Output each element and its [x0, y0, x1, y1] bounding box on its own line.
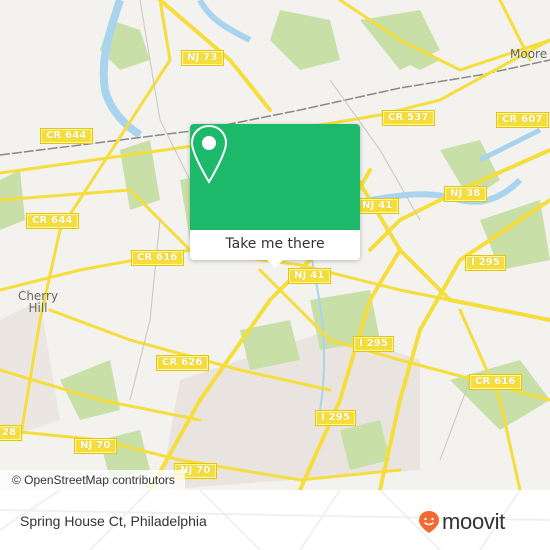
- popup-header: [190, 124, 360, 230]
- road-label-cr644: CR 644: [26, 213, 79, 229]
- road-label-nj70: NJ 70: [74, 438, 117, 454]
- road-label-nj73: NJ 73: [181, 50, 224, 66]
- map-pin-icon: [190, 124, 228, 184]
- take-me-there-button[interactable]: Take me there: [190, 230, 360, 260]
- location-address: Spring House Ct, Philadelphia: [20, 513, 207, 529]
- urban-area: [0, 300, 60, 440]
- place-label-moorestown: Moore: [510, 47, 548, 61]
- road-label-nj38: NJ 38: [444, 186, 487, 202]
- road-label-cr607: CR 607: [496, 112, 549, 128]
- footer-bar: Spring House Ct, Philadelphia moovit: [0, 490, 550, 550]
- location-popup: Take me there: [190, 124, 360, 268]
- road-label-cr616: CR 616: [131, 250, 184, 266]
- road-label-i295: I 295: [353, 336, 395, 352]
- road-label-nj41: NJ 41: [288, 268, 331, 284]
- map-attribution[interactable]: © OpenStreetMap contributors: [0, 470, 185, 490]
- road-label-cr626: CR 626: [156, 355, 209, 371]
- place-label-cherry-hill: Cherry Hill: [17, 289, 59, 315]
- road-label-cr537: CR 537: [382, 110, 435, 126]
- road-label-cr28: 28: [0, 425, 23, 441]
- moovit-logo[interactable]: moovit: [418, 510, 505, 534]
- road-label-cr616: CR 616: [469, 374, 522, 390]
- popup-pointer: [267, 260, 283, 268]
- moovit-wordmark: moovit: [442, 509, 505, 534]
- map-view[interactable]: NJ 73 CR 644 CR 644 CR 537 CR 607 NJ 38 …: [0, 0, 550, 490]
- road-label-i295: I 295: [465, 255, 507, 271]
- road-label-nj41: NJ 41: [356, 198, 399, 214]
- road-label-i295: I 295: [315, 410, 357, 426]
- road-label-cr644: CR 644: [40, 128, 93, 144]
- moovit-smiley-pin-icon: [419, 511, 439, 533]
